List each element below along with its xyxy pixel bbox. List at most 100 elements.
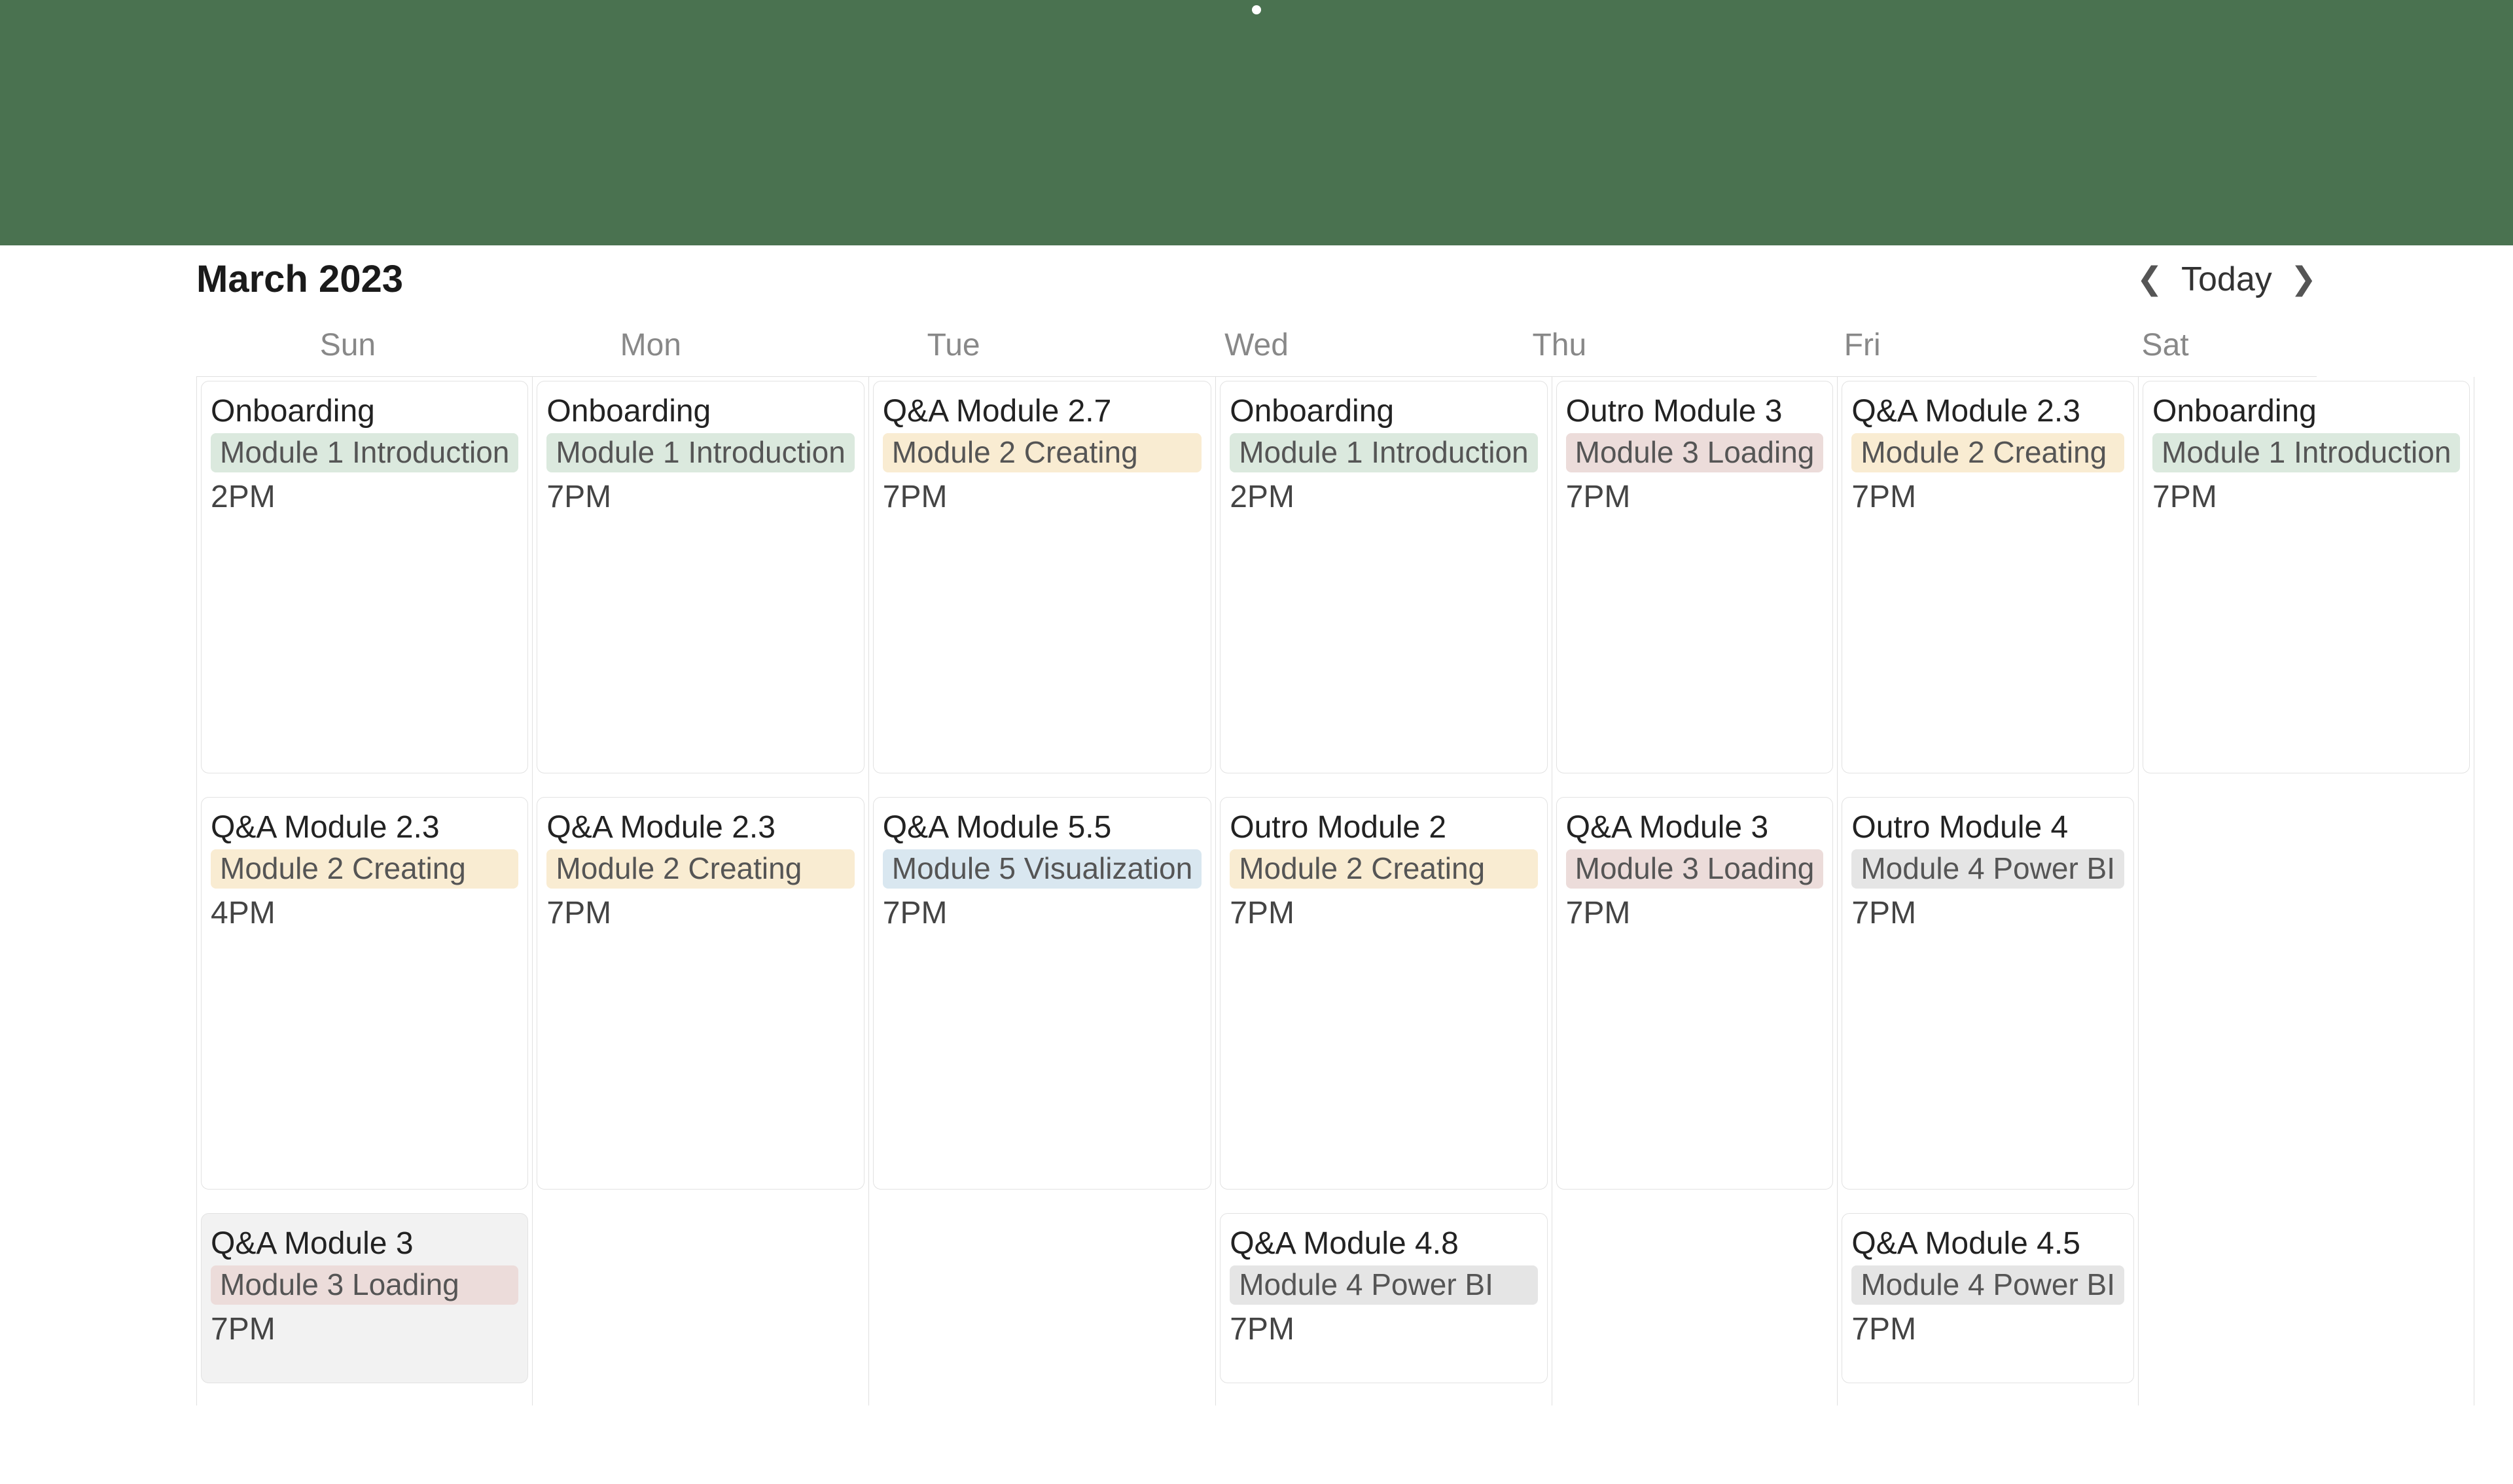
day-header-sat: Sat <box>2014 327 2317 363</box>
event-card[interactable]: Q&A Module 4.5Module 4 Power BI 7PM <box>1842 1213 2134 1383</box>
next-month-button[interactable]: ❯ <box>2290 264 2317 295</box>
day-headers-row: Sun Mon Tue Wed Thu Fri Sat <box>196 308 2317 376</box>
event-tag: Module 2 Creating <box>1851 433 2124 472</box>
event-time: 7PM <box>1566 479 1824 515</box>
event-card[interactable]: Q&A Module 2.7 Module 2 Creating 7PM <box>873 381 1211 773</box>
event-time: 7PM <box>1566 895 1824 931</box>
event-card[interactable]: OnboardingModule 1 Introduction7PM <box>2143 381 2470 773</box>
event-title: Q&A Module 4.5 <box>1851 1226 2124 1262</box>
event-time: 7PM <box>546 895 854 931</box>
event-card[interactable]: Outro Module 4 Module 4 Power BI 7PM <box>1842 797 2134 1190</box>
calendar-grid: OnboardingModule 1 Introduction2PMOnboar… <box>196 376 2317 1405</box>
day-cell: Q&A Module 5.5Module 5 Visualization7PM <box>869 793 1216 1209</box>
day-cell <box>2139 793 2474 1209</box>
event-card[interactable]: Q&A Module 3Module 3 Loading 7PM <box>201 1213 528 1383</box>
day-cell: Onboarding Module 1 Introduction 2PM <box>197 377 533 793</box>
event-time: 7PM <box>1230 895 1537 931</box>
event-time: 2PM <box>211 479 518 515</box>
day-header-fri: Fri <box>1711 327 2014 363</box>
day-cell: Q&A Module 4.8Module 4 Power BI 7PM <box>1216 1209 1552 1405</box>
event-title: Onboarding <box>546 393 854 429</box>
event-card[interactable]: Outro Module 3 Module 3 Loading 7PM <box>1556 381 1834 773</box>
banner-dot-icon <box>1252 5 1261 14</box>
day-cell <box>1552 1209 1838 1405</box>
event-title: Q&A Module 2.3 <box>211 809 518 845</box>
day-cell: Q&A Module 2.3 Module 2 Creating 7PM <box>1838 377 2139 793</box>
calendar-nav: ❮ Today ❯ <box>2137 260 2317 299</box>
event-title: Onboarding <box>211 393 518 429</box>
event-title: Outro Module 4 <box>1851 809 2124 845</box>
event-time: 4PM <box>211 895 518 931</box>
event-tag: Module 2 Creating <box>1230 849 1537 889</box>
event-tag: Module 3 Loading <box>1566 849 1824 889</box>
day-cell: Q&A Module 2.3 Module 2 Creating 4PM <box>197 793 533 1209</box>
day-cell: Q&A Module 2.3 Module 2 Creating 7PM <box>533 793 868 1209</box>
event-card[interactable]: Q&A Module 2.3 Module 2 Creating 4PM <box>201 797 528 1190</box>
day-cell: Outro Module 4 Module 4 Power BI 7PM <box>1838 793 2139 1209</box>
event-card[interactable]: Q&A Module 4.8Module 4 Power BI 7PM <box>1220 1213 1547 1383</box>
event-time: 7PM <box>883 479 1202 515</box>
event-tag: Module 2 Creating <box>546 849 854 889</box>
event-tag: Module 4 Power BI <box>1230 1265 1537 1305</box>
day-header-sun: Sun <box>196 327 499 363</box>
event-time: 7PM <box>2152 479 2460 515</box>
event-title: Onboarding <box>2152 393 2460 429</box>
event-tag: Module 3 Loading <box>211 1265 518 1305</box>
event-title: Outro Module 3 <box>1566 393 1824 429</box>
event-tag: Module 4 Power BI <box>1851 849 2124 889</box>
event-time: 7PM <box>883 895 1202 931</box>
event-tag: Module 4 Power BI <box>1851 1265 2124 1305</box>
day-cell: Onboarding Module 1 Introduction 2PM <box>1216 377 1552 793</box>
event-time: 7PM <box>1851 1311 2124 1347</box>
day-cell: Outro Module 2 Module 2 Creating 7PM <box>1216 793 1552 1209</box>
event-tag: Module 3 Loading <box>1566 433 1824 472</box>
event-title: Q&A Module 5.5 <box>883 809 1202 845</box>
event-tag: Module 1 Introduction <box>1230 433 1537 472</box>
event-tag: Module 1 Introduction <box>546 433 854 472</box>
calendar-title: March 2023 <box>196 257 403 301</box>
event-time: 7PM <box>546 479 854 515</box>
day-header-thu: Thu <box>1408 327 1711 363</box>
event-card[interactable]: Onboarding Module 1 Introduction 2PM <box>201 381 528 773</box>
event-card[interactable]: Q&A Module 2.3 Module 2 Creating 7PM <box>537 797 864 1190</box>
event-title: Q&A Module 2.7 <box>883 393 1202 429</box>
event-card[interactable]: Q&A Module 2.3 Module 2 Creating 7PM <box>1842 381 2134 773</box>
event-time: 7PM <box>1851 479 2124 515</box>
event-tag: Module 2 Creating <box>211 849 518 889</box>
day-cell <box>533 1209 868 1405</box>
day-cell: Onboarding Module 1 Introduction 7PM <box>533 377 868 793</box>
day-cell: Q&A Module 4.5Module 4 Power BI 7PM <box>1838 1209 2139 1405</box>
prev-month-button[interactable]: ❮ <box>2137 264 2163 295</box>
event-time: 7PM <box>1230 1311 1537 1347</box>
event-time: 2PM <box>1230 479 1537 515</box>
event-title: Q&A Module 3 <box>211 1226 518 1262</box>
day-cell: Outro Module 3 Module 3 Loading 7PM <box>1552 377 1838 793</box>
event-card[interactable]: Outro Module 2 Module 2 Creating 7PM <box>1220 797 1547 1190</box>
today-button[interactable]: Today <box>2181 260 2272 299</box>
calendar-page: March 2023 ❮ Today ❯ Sun Mon Tue Wed Thu… <box>0 245 2513 1405</box>
day-cell: Q&A Module 3Module 3 Loading 7PM <box>197 1209 533 1405</box>
event-time: 7PM <box>211 1311 518 1347</box>
event-card[interactable]: Q&A Module 3 Module 3 Loading 7PM <box>1556 797 1834 1190</box>
event-title: Q&A Module 2.3 <box>546 809 854 845</box>
event-title: Outro Module 2 <box>1230 809 1537 845</box>
event-time: 7PM <box>1851 895 2124 931</box>
day-cell: Q&A Module 2.7 Module 2 Creating 7PM <box>869 377 1216 793</box>
event-card[interactable]: Q&A Module 5.5Module 5 Visualization7PM <box>873 797 1211 1190</box>
event-title: Q&A Module 4.8 <box>1230 1226 1537 1262</box>
event-title: Onboarding <box>1230 393 1537 429</box>
day-cell <box>2139 1209 2474 1405</box>
day-cell: Q&A Module 3 Module 3 Loading 7PM <box>1552 793 1838 1209</box>
event-tag: Module 2 Creating <box>883 433 1202 472</box>
event-title: Q&A Module 3 <box>1566 809 1824 845</box>
event-card[interactable]: Onboarding Module 1 Introduction 7PM <box>537 381 864 773</box>
event-tag: Module 1 Introduction <box>211 433 518 472</box>
top-banner <box>0 0 2513 245</box>
day-header-mon: Mon <box>499 327 802 363</box>
calendar-header: March 2023 ❮ Today ❯ <box>196 245 2317 308</box>
event-title: Q&A Module 2.3 <box>1851 393 2124 429</box>
day-cell <box>869 1209 1216 1405</box>
day-cell: OnboardingModule 1 Introduction7PM <box>2139 377 2474 793</box>
event-card[interactable]: Onboarding Module 1 Introduction 2PM <box>1220 381 1547 773</box>
day-header-tue: Tue <box>802 327 1105 363</box>
